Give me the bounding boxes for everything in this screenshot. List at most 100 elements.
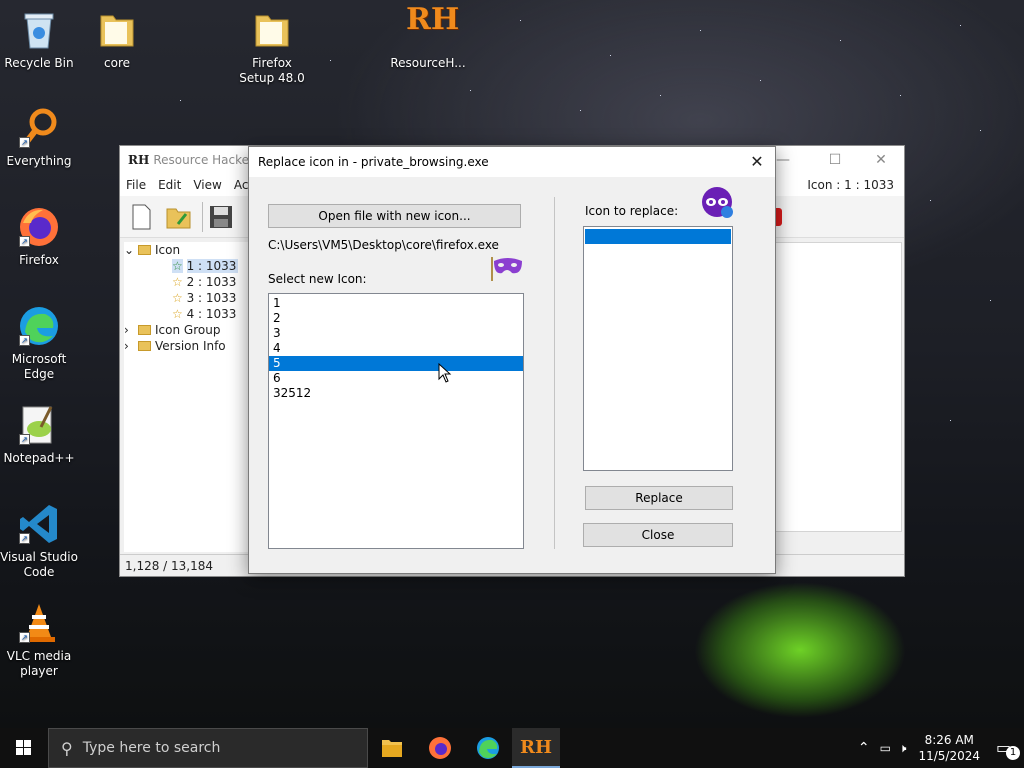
search-icon: ⚲ [61,738,73,758]
maximize-button[interactable]: ☐ [812,150,858,170]
taskbar-file-explorer[interactable] [368,728,416,768]
toolbar-separator [202,202,203,232]
menu-view[interactable]: View [193,178,221,192]
private-mask-icon [490,253,524,286]
desktop-icon-label: Notepad++ [3,451,75,465]
tree-node-icon-4[interactable]: ☆ 4 : 1033 [124,306,252,322]
menu-file[interactable]: File [126,178,146,192]
notepadpp-icon: ↗ [17,403,61,447]
open-file-with-new-icon-button[interactable]: Open file with new icon... [268,204,521,228]
list-item[interactable]: 1 [269,296,523,311]
close-button[interactable]: Close [583,523,733,547]
rh-logo-text: RH [406,2,460,37]
open-folder-icon [166,208,191,229]
resource-hacker-icon: RH [406,2,460,52]
desktop-icon-firefox[interactable]: ↗ Firefox [0,205,78,268]
desktop-icon-edge[interactable]: ↗ Microsoft Edge [0,304,78,382]
edge-icon: ↗ [17,304,61,348]
expand-icon[interactable]: › [124,322,138,338]
star-icon: ☆ [172,307,183,321]
resource-hacker-icon: RH [520,737,552,758]
desktop-icon-label: VLC media player [6,649,72,678]
volume-muted-icon[interactable]: 🕨 [899,741,907,756]
start-button[interactable] [0,728,48,768]
tree-node-icon-1[interactable]: ☆ 1 : 1033 [124,258,252,274]
desktop-icon-resource-hacker[interactable]: RH ResourceH... [389,2,467,71]
resource-tree[interactable]: ⌄ Icon ☆ 1 : 1033 ☆ 2 : 1033 ☆ 3 : 1033 ☆… [124,242,252,552]
network-icon[interactable]: ▭ [880,741,891,755]
taskbar: ⚲ Type here to search RH ⌃ ▭ 🕨 8:26 AM 1… [0,728,1024,768]
desktop-icon-notepadpp[interactable]: ↗ Notepad++ [0,403,78,466]
firefox-icon [429,737,451,759]
shortcut-arrow-icon: ↗ [19,434,30,445]
folder-open-icon [138,245,151,255]
expand-icon[interactable]: › [124,338,138,354]
tree-node-icon-group[interactable]: › Icon Group [124,322,252,338]
tree-node-icon-2[interactable]: ☆ 2 : 1033 [124,274,252,290]
replace-icon-dialog[interactable]: Replace icon in - private_browsing.exe ✕… [248,146,776,574]
notification-button[interactable]: ▭ 1 [988,728,1024,768]
taskbar-firefox[interactable] [416,728,464,768]
replace-button[interactable]: Replace [585,486,733,510]
clock[interactable]: 8:26 AM 11/5/2024 [918,732,980,764]
list-item[interactable]: 32512 [269,386,523,401]
vscode-icon: ↗ [17,502,61,546]
desktop-icon-label: Everything [6,154,72,168]
dialog-title: Replace icon in - private_browsing.exe [258,155,489,169]
desktop-icon-vlc[interactable]: ↗ VLC media player [0,601,78,679]
file-explorer-icon [382,740,402,757]
taskbar-edge[interactable] [464,728,512,768]
icon-to-replace-list[interactable]: 1 [583,226,733,471]
new-file-button[interactable] [126,202,156,232]
list-item-selected[interactable]: 5 [269,356,523,371]
shortcut-arrow-icon: ↗ [19,137,30,148]
new-file-icon [132,204,151,230]
shortcut-arrow-icon: ↗ [19,533,30,544]
save-button[interactable] [206,202,236,232]
desktop-icon-label: ResourceH... [390,56,466,70]
windows-logo-icon [16,740,31,755]
tree-node-icon[interactable]: ⌄ Icon [124,242,252,258]
notification-count-badge: 1 [1006,746,1020,760]
list-item[interactable]: 4 [269,341,523,356]
list-item[interactable]: 6 [269,371,523,386]
file-path-label: C:\Users\VM5\Desktop\core\firefox.exe [268,238,499,252]
list-item[interactable]: 2 [269,311,523,326]
desktop-icon-label: Microsoft Edge [11,352,67,381]
new-icon-list[interactable]: 1 2 3 4 5 6 32512 [268,293,524,549]
system-tray: ⌃ ▭ 🕨 8:26 AM 11/5/2024 ▭ 1 [852,728,1024,768]
clock-time: 8:26 AM [924,733,974,747]
desktop-icon-vscode[interactable]: ↗ Visual Studio Code [0,502,78,580]
search-placeholder: Type here to search [82,740,221,756]
star-icon: ☆ [172,259,183,273]
desktop-icon-label: Recycle Bin [4,56,74,70]
desktop-icon-firefox-setup[interactable]: Firefox Setup 48.0 [233,8,311,86]
list-item-selected[interactable]: 1 [585,229,731,244]
shortcut-arrow-icon: ↗ [19,236,30,247]
taskbar-search-box[interactable]: ⚲ Type here to search [48,728,368,768]
tree-node-icon-3[interactable]: ☆ 3 : 1033 [124,290,252,306]
icon-to-replace-label: Icon to replace: [585,204,679,218]
menu-edit[interactable]: Edit [158,178,181,192]
dialog-divider [554,197,555,549]
list-item[interactable]: 3 [269,326,523,341]
desktop-icon-everything[interactable]: ↗ Everything [0,106,78,169]
open-file-button[interactable] [164,202,194,232]
dialog-titlebar[interactable]: Replace icon in - private_browsing.exe [249,147,775,177]
taskbar-resource-hacker[interactable]: RH [512,728,560,768]
dialog-close-icon[interactable]: ✕ [743,151,771,173]
close-window-button[interactable]: ✕ [858,150,904,170]
desktop-icon-core[interactable]: core [78,8,156,71]
firefox-icon: ↗ [17,205,61,249]
star-icon: ☆ [172,291,183,305]
desktop-icon-label: Visual Studio Code [0,550,78,579]
folder-icon [138,325,151,335]
app-logo-icon: RH [128,153,150,167]
chevron-up-icon[interactable]: ⌃ [858,740,870,756]
desktop-icon-label: Firefox Setup 48.0 [239,56,305,85]
collapse-icon[interactable]: ⌄ [124,242,138,258]
clock-date: 11/5/2024 [918,749,980,763]
desktop-icon-label: Firefox [19,253,59,267]
tree-node-version-info[interactable]: › Version Info [124,338,252,354]
desktop-icon-recycle-bin[interactable]: Recycle Bin [0,8,78,71]
